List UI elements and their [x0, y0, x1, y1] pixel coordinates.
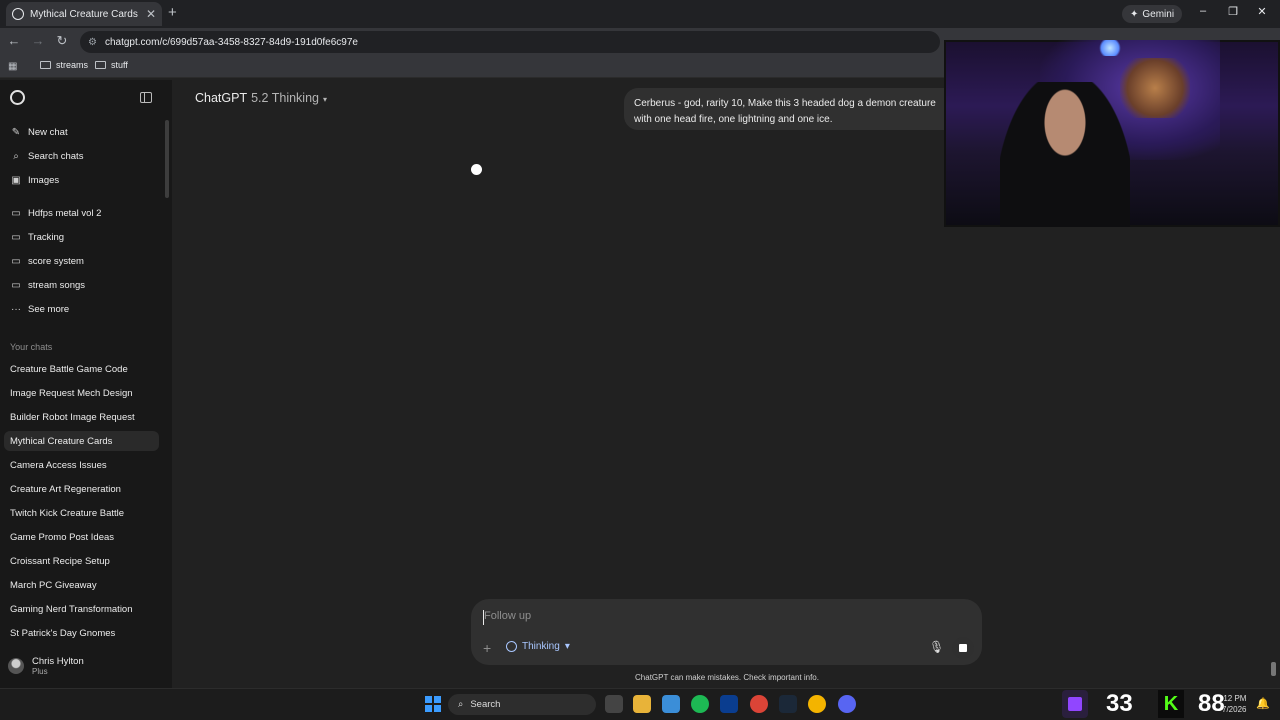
user-menu[interactable]: Chris Hylton Plus — [8, 656, 84, 676]
webcam-streamer — [1000, 82, 1130, 227]
discord-icon[interactable] — [838, 695, 856, 713]
url-text: chatgpt.com/c/699d57aa-3458-8327-84d9-19… — [104, 36, 358, 48]
maximize-icon[interactable]: ❐ — [1223, 5, 1243, 18]
more-dots-icon: ··· — [11, 304, 21, 315]
task-view-icon[interactable] — [605, 695, 623, 713]
close-window-icon[interactable]: ✕ — [1252, 5, 1272, 18]
stop-icon — [959, 644, 967, 652]
folder-icon: ▭ — [11, 232, 21, 243]
chat-item[interactable]: Gaming Nerd Transformation — [4, 599, 159, 619]
folder-icon — [40, 61, 51, 69]
new-tab-button[interactable]: + — [168, 4, 177, 21]
address-bar[interactable]: ⚙ chatgpt.com/c/699d57aa-3458-8327-84d9-… — [80, 31, 940, 53]
images-icon: ▣ — [11, 175, 21, 186]
chat-item[interactable]: Game Promo Post Ideas — [4, 527, 159, 547]
new-chat-button[interactable]: ✎ New chat — [10, 127, 68, 138]
kick-count: 88 — [1198, 690, 1225, 717]
system-clock[interactable]: 12 PM 7/2026 — [1222, 693, 1246, 715]
images-button[interactable]: ▣ Images — [10, 175, 59, 186]
composer — [471, 599, 982, 665]
thinking-mode-button[interactable]: Thinking ▾ — [506, 641, 570, 652]
project-tracking[interactable]: ▭ Tracking — [10, 232, 64, 243]
folder-icon: ▭ — [11, 208, 21, 219]
hud-fx-icon[interactable] — [720, 695, 738, 713]
tab-title: Mythical Creature Cards — [30, 8, 138, 20]
prompt-input[interactable]: Follow up — [484, 610, 531, 622]
webcam-window-light — [1120, 58, 1190, 118]
see-more-button[interactable]: ··· See more — [10, 304, 69, 315]
sidebar-toggle-icon[interactable] — [140, 92, 152, 103]
chat-item-active[interactable]: Mythical Creature Cards — [4, 431, 159, 451]
reload-icon[interactable]: ↻ — [54, 33, 70, 49]
kick-icon[interactable]: K — [1158, 690, 1184, 718]
chrome-icon[interactable] — [750, 695, 768, 713]
search-icon: ⌕ — [458, 699, 464, 710]
apps-grid-icon[interactable]: ▦ — [8, 61, 17, 72]
search-chats-button[interactable]: ⌕ Search chats — [10, 151, 83, 162]
twitch-icon[interactable] — [1062, 690, 1088, 718]
add-attachment-icon[interactable]: + — [483, 640, 491, 656]
chat-item[interactable]: March PC Giveaway — [4, 575, 159, 595]
openai-logo-icon[interactable] — [10, 90, 25, 105]
bookmark-folder-stuff[interactable]: stuff — [95, 60, 128, 70]
windows-start-icon[interactable] — [425, 696, 441, 712]
thinking-indicator — [471, 164, 482, 175]
new-chat-icon: ✎ — [11, 127, 21, 138]
microphone-icon[interactable]: 🎙 — [929, 640, 944, 654]
spotify-icon[interactable] — [691, 695, 709, 713]
chrome-active-icon[interactable] — [808, 695, 826, 713]
avatar — [8, 658, 24, 674]
chat-item[interactable]: Twitch Kick Creature Battle — [4, 503, 159, 523]
sidebar-scrollbar[interactable] — [165, 120, 169, 198]
tab-strip — [0, 0, 1280, 28]
forward-icon[interactable]: → — [30, 33, 46, 48]
project-hdfps-metal[interactable]: ▭ Hdfps metal vol 2 — [10, 208, 101, 219]
chat-item[interactable]: Builder Robot Image Request — [4, 407, 159, 427]
clock-icon — [506, 641, 517, 652]
site-info-icon[interactable]: ⚙ — [88, 37, 97, 48]
disclaimer: ChatGPT can make mistakes. Check importa… — [635, 673, 819, 682]
steam-icon[interactable] — [779, 695, 797, 713]
taskbar-search[interactable]: ⌕ Search — [448, 694, 596, 715]
chat-item[interactable]: Camera Access Issues — [4, 455, 159, 475]
webcam-lamp — [1098, 40, 1122, 56]
bookmark-folder-streams[interactable]: streams — [40, 60, 88, 70]
user-message-bubble: Cerberus - god, rarity 10, Make this 3 h… — [624, 88, 964, 130]
twitch-count: 33 — [1106, 690, 1133, 717]
folder-icon — [95, 61, 106, 69]
model-selector[interactable]: ChatGPT 5.2 Thinking ▾ — [195, 91, 327, 105]
notification-bell-icon[interactable]: 🔔 — [1256, 697, 1270, 710]
browser-tab[interactable]: Mythical Creature Cards ✕ — [6, 2, 162, 26]
back-icon[interactable]: ← — [6, 33, 22, 48]
chat-item[interactable]: St Patrick's Day Gnomes — [4, 623, 159, 643]
close-tab-icon[interactable]: ✕ — [146, 7, 156, 21]
gemini-button[interactable]: ✦ Gemini — [1122, 5, 1183, 23]
folder-icon: ▭ — [11, 280, 21, 291]
chat-item[interactable]: Image Request Mech Design — [4, 383, 159, 403]
chat-item[interactable]: Croissant Recipe Setup — [4, 551, 159, 571]
stop-generating-button[interactable] — [952, 637, 974, 659]
chatgpt-favicon-icon — [12, 8, 24, 20]
chat-item[interactable]: Creature Art Regeneration — [4, 479, 159, 499]
folder-icon: ▭ — [11, 256, 21, 267]
file-explorer-icon[interactable] — [633, 695, 651, 713]
project-score-system[interactable]: ▭ score system — [10, 256, 84, 267]
gemini-sparkle-icon: ✦ — [1130, 8, 1139, 20]
project-stream-songs[interactable]: ▭ stream songs — [10, 280, 85, 291]
minimize-icon[interactable]: – — [1193, 5, 1213, 17]
your-chats-heading: Your chats — [10, 342, 53, 352]
chevron-down-icon: ▾ — [564, 641, 570, 652]
user-name: Chris Hylton — [32, 656, 84, 667]
chevron-down-icon: ▾ — [322, 95, 327, 104]
notepad-icon[interactable] — [662, 695, 680, 713]
search-icon: ⌕ — [13, 151, 19, 162]
main-scrollbar[interactable] — [1271, 662, 1276, 676]
chat-item[interactable]: Creature Battle Game Code — [4, 359, 159, 379]
user-plan: Plus — [32, 667, 48, 676]
